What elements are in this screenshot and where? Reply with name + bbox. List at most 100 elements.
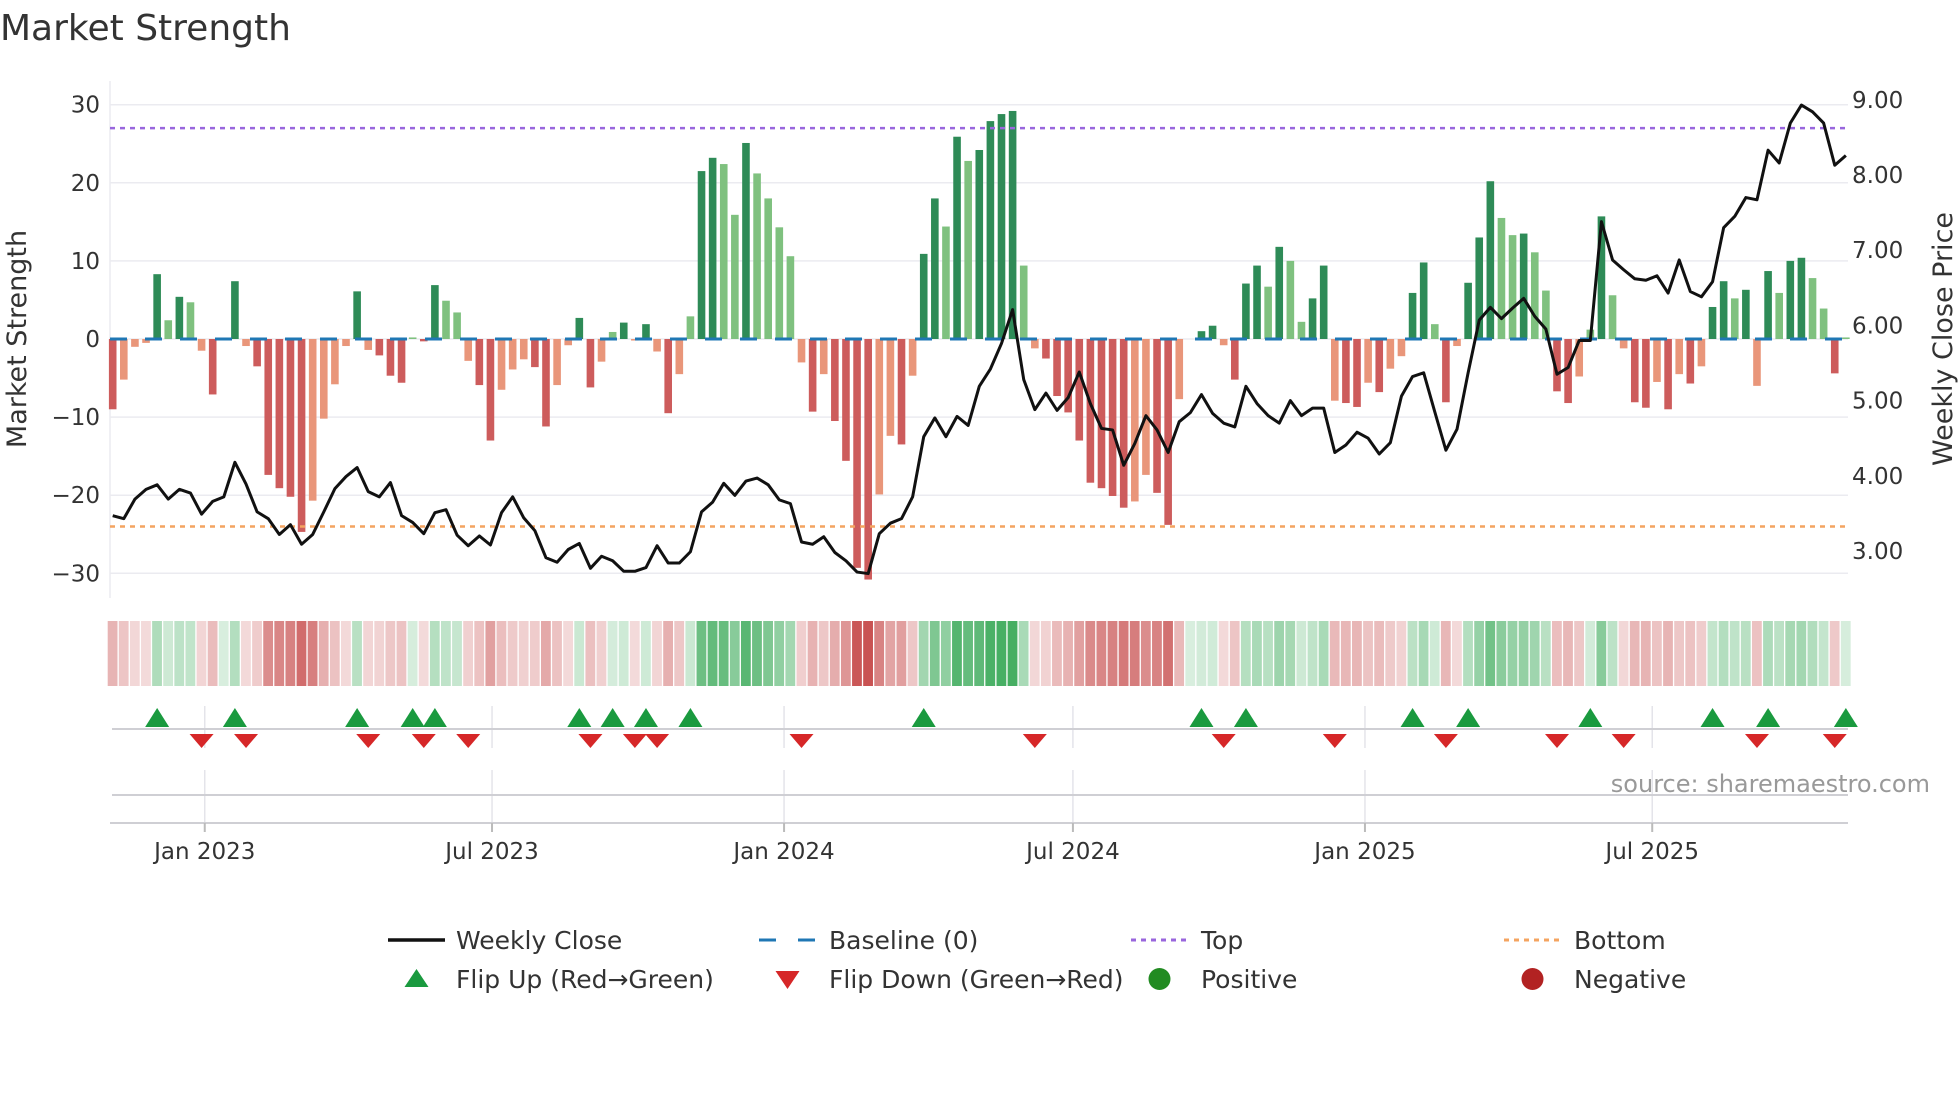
strip-cell: [1818, 621, 1829, 686]
strength-bar: [1797, 257, 1806, 339]
strength-bar: [653, 339, 661, 352]
strip-cell: [663, 621, 673, 686]
flip-down-marker: [1022, 734, 1047, 748]
strip-cell: [718, 621, 729, 686]
flip-up-marker: [567, 708, 592, 727]
strip-cell: [1485, 621, 1496, 686]
flip-down-marker: [622, 734, 647, 748]
strength-bar: [1153, 339, 1161, 493]
strip-cell: [563, 621, 574, 686]
y2-tick-label: 3.00: [1852, 539, 1903, 565]
strength-bar: [331, 339, 339, 385]
strip-cell: [1840, 621, 1851, 686]
strength-bar: [1408, 292, 1417, 339]
strength-bar: [942, 226, 950, 339]
strength-bar: [308, 339, 317, 501]
strip-cell: [640, 621, 651, 686]
legend-negative-icon: [1521, 968, 1544, 990]
strip-cell: [1640, 621, 1651, 686]
strength-bar: [453, 312, 461, 339]
x-tick-label: Jan 2024: [731, 839, 834, 865]
strength-bar: [1097, 339, 1106, 489]
flip-down-marker: [411, 734, 436, 748]
strength-bar: [697, 171, 706, 339]
strip-cell: [141, 621, 151, 686]
strength-bar: [953, 136, 961, 339]
strip-cell: [1740, 621, 1751, 686]
strip-cell: [574, 621, 585, 686]
strength-bar: [175, 296, 184, 339]
strength-bar: [1175, 339, 1184, 400]
strength-bar: [842, 339, 850, 461]
strength-bar: [1375, 339, 1384, 393]
strip-cell: [1140, 621, 1151, 686]
strip-cell: [907, 621, 918, 686]
strength-bar: [1219, 339, 1228, 346]
strip-cell: [874, 621, 885, 686]
strength-bar: [831, 339, 839, 422]
y-tick-label: −30: [51, 561, 100, 587]
strip-cell: [441, 621, 451, 686]
strength-bar: [1486, 181, 1495, 339]
strength-bar: [1331, 339, 1339, 401]
flip-up-marker: [1400, 708, 1425, 727]
chart-title: Market Strength: [0, 8, 291, 49]
strength-bar: [386, 339, 395, 376]
strength-bar: [1131, 339, 1139, 502]
strip-cell: [118, 621, 129, 686]
strip-cell: [1196, 621, 1207, 686]
flip-down-marker: [189, 734, 214, 748]
legend-label: Flip Down (Green→Red): [829, 965, 1124, 994]
strip-cell: [585, 621, 596, 686]
y2-tick-label: 4.00: [1852, 464, 1903, 490]
strip-cell: [1507, 621, 1518, 686]
strip-cell: [1696, 621, 1707, 686]
strength-bar: [908, 339, 917, 376]
strength-bar: [1697, 339, 1706, 367]
strength-bar: [931, 198, 939, 339]
strip-cell: [418, 621, 429, 686]
strip-cell: [1707, 621, 1718, 686]
strength-bar: [1142, 339, 1150, 475]
y-axis-label: Market Strength: [2, 230, 33, 448]
strength-bar: [864, 339, 872, 580]
strength-bar: [1786, 260, 1795, 339]
strip-cell: [263, 621, 274, 686]
strength-bar: [764, 198, 772, 339]
strip-cell: [1563, 621, 1573, 686]
strip-cell: [1440, 621, 1451, 686]
strip-cell: [740, 621, 751, 686]
strength-bar: [208, 339, 217, 395]
strip-cell: [1352, 621, 1362, 686]
strip-cell: [1685, 621, 1696, 686]
strip-cell: [285, 621, 296, 686]
flip-up-marker: [911, 708, 936, 727]
strength-bar: [264, 339, 273, 475]
y2-axis-label: Weekly Close Price: [1928, 212, 1959, 466]
strength-bar: [1319, 265, 1328, 339]
strip-cell: [629, 621, 640, 686]
strength-bar: [431, 285, 439, 339]
strip-cell: [163, 621, 174, 686]
strip-cell: [818, 621, 829, 686]
strength-bar: [1397, 339, 1406, 357]
strip-cell: [129, 621, 140, 686]
strip-cell: [452, 621, 462, 686]
legend-label: Top: [1200, 926, 1243, 955]
strength-bar: [1297, 321, 1306, 339]
strip-cell: [1207, 621, 1218, 686]
strength-bar: [231, 281, 239, 339]
strength-bar: [1764, 271, 1772, 339]
strength-bar: [153, 274, 161, 339]
strip-cell: [1096, 621, 1107, 686]
strip-cell: [252, 621, 262, 686]
flip-down-marker: [789, 734, 814, 748]
strength-bar: [397, 339, 406, 383]
strip-cell: [1218, 621, 1229, 686]
strip-cell: [918, 621, 929, 686]
flip-up-marker: [1456, 708, 1481, 727]
strength-bar: [1419, 262, 1428, 339]
strip-cell: [707, 621, 718, 686]
strip-cell: [807, 621, 818, 686]
strength-bar: [1775, 292, 1783, 339]
